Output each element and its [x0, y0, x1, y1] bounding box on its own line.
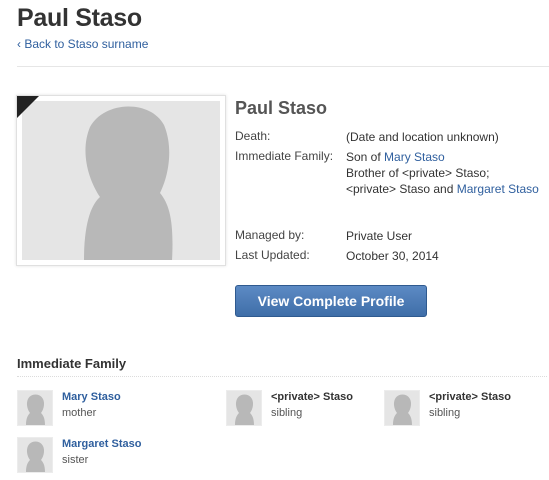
death-label: Death:	[235, 129, 271, 143]
family-member-relation: sibling	[271, 407, 303, 419]
profile-photo[interactable]	[16, 95, 226, 266]
silhouette-icon	[84, 106, 173, 260]
son-of-prefix: Son of	[346, 150, 381, 164]
siblings-prefix: <private> Staso and	[346, 182, 454, 196]
mother-link[interactable]: Mary Staso	[384, 150, 445, 164]
brother-line: Brother of <private> Staso;	[346, 166, 490, 180]
last-updated-label: Last Updated:	[235, 248, 310, 262]
family-member-name[interactable]: Margaret Staso	[62, 438, 141, 450]
photo-placeholder	[22, 101, 220, 260]
family-member-name: <private> Staso	[429, 391, 511, 403]
silhouette-icon	[393, 394, 412, 425]
profile-name: Paul Staso	[235, 98, 328, 118]
family-member-relation: sibling	[429, 407, 461, 419]
avatar	[384, 390, 420, 426]
family-member-relation: sister	[62, 454, 89, 466]
son-of-line: Son of Mary Staso	[346, 149, 539, 165]
silhouette-icon	[235, 394, 254, 425]
managed-by-value: Private User	[346, 229, 413, 243]
page-title: Paul Staso	[17, 4, 142, 32]
managed-by-label: Managed by:	[235, 228, 305, 242]
avatar	[17, 437, 53, 473]
family-member-name: <private> Staso	[271, 391, 353, 403]
siblings-line: <private> Staso and Margaret Staso	[346, 181, 539, 197]
deceased-corner-ribbon	[17, 96, 39, 118]
sister-link[interactable]: Margaret Staso	[457, 182, 539, 196]
last-updated-value: October 30, 2014	[346, 249, 439, 263]
death-value: (Date and location unknown)	[346, 130, 499, 144]
avatar	[226, 390, 262, 426]
immediate-family-label: Immediate Family:	[235, 149, 334, 163]
section-divider	[17, 376, 547, 377]
header-divider	[17, 66, 549, 67]
silhouette-icon	[26, 394, 45, 425]
immediate-family-value: Son of Mary Staso Brother of <private> S…	[346, 149, 539, 197]
silhouette-icon	[26, 441, 45, 472]
view-complete-profile-button[interactable]: View Complete Profile	[235, 285, 427, 317]
avatar	[17, 390, 53, 426]
family-member-relation: mother	[62, 407, 97, 419]
immediate-family-heading: Immediate Family	[17, 356, 127, 371]
family-member-name[interactable]: Mary Staso	[62, 391, 121, 403]
back-to-surname-link[interactable]: ‹ Back to Staso surname	[17, 37, 148, 51]
